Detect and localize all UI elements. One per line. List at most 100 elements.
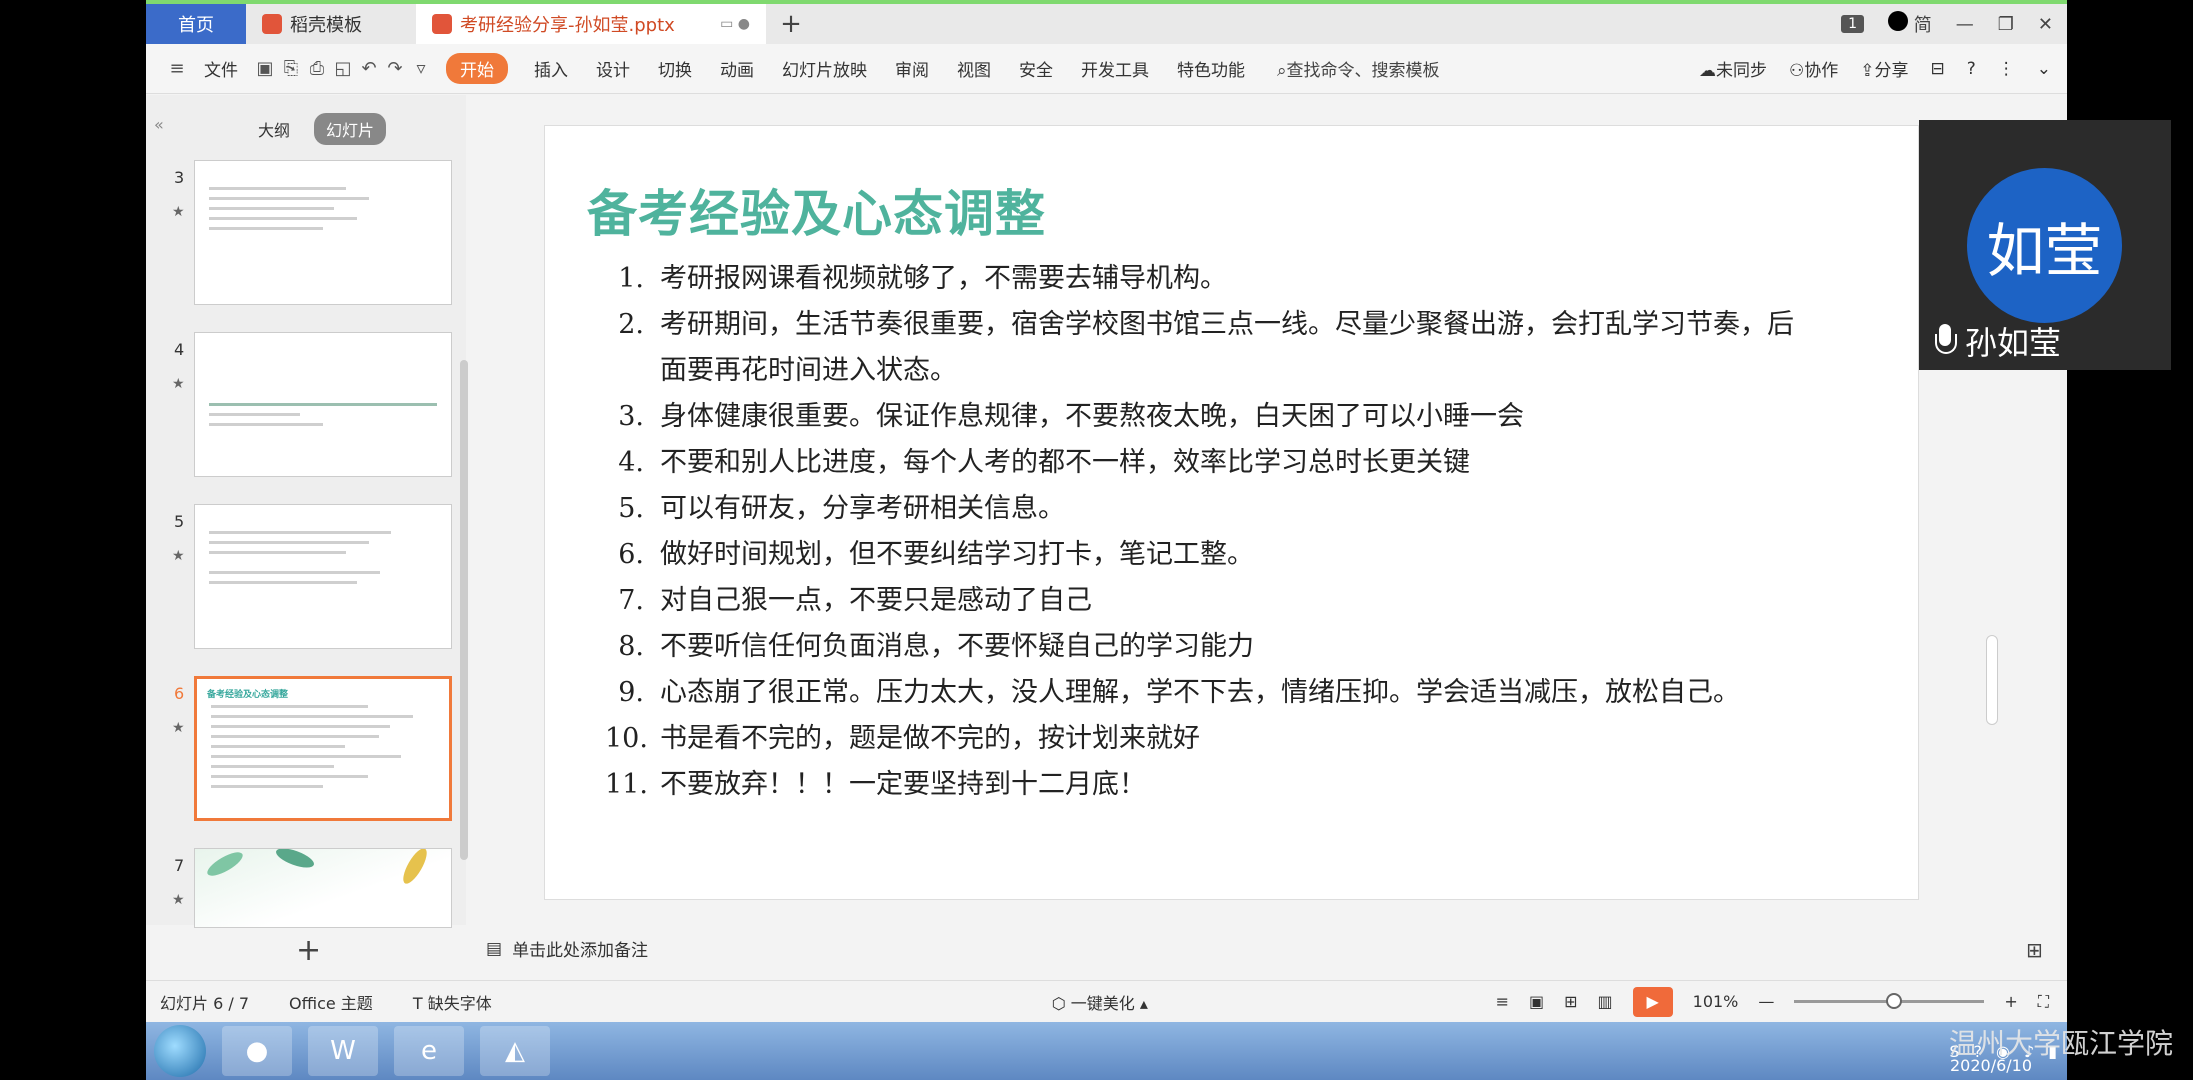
command-search[interactable]: ⌕查找命令、搜索模板 (1259, 56, 1440, 81)
preview-icon[interactable]: ◱ (330, 58, 356, 79)
share-button[interactable]: ⇪分享 (1860, 56, 1908, 81)
reading-view-icon[interactable]: ▥ (1598, 992, 1613, 1011)
theme-name[interactable]: Office 主题 (289, 990, 373, 1014)
thumb-content (209, 403, 437, 433)
list-item: 10. 书是看不完的，题是做不完的，按计划来就好 (605, 716, 1805, 762)
status-right: ≡ ▣ ⊞ ▥ ▶ 101% — + ⛶ (1496, 986, 2067, 1017)
taskbar-app[interactable]: ◭ (480, 1026, 550, 1076)
notes-placeholder: 单击此处添加备注 (512, 941, 649, 961)
help-icon[interactable]: ? (1967, 59, 1976, 79)
item-number: 11. (605, 769, 648, 800)
menu-design[interactable]: 设计 (582, 56, 644, 81)
list-item: 4. 不要和别人比进度，每个人考的都不一样，效率比学习总时长更关键 (605, 440, 1805, 486)
tab-outline[interactable]: 大纲 (246, 113, 302, 145)
thumb-content (209, 187, 437, 237)
sync-label: 未同步 (1715, 61, 1767, 81)
play-slideshow-button[interactable]: ▶ (1632, 986, 1673, 1017)
save-icon[interactable]: ▣ (252, 58, 278, 79)
menu-review[interactable]: 审阅 (881, 56, 943, 81)
slide-title[interactable]: 备考经验及心态调整 (587, 174, 1046, 246)
thumb-leaf-background (195, 849, 451, 927)
user-icon: ⚇ (1788, 61, 1805, 81)
redo-icon[interactable]: ↷ (382, 58, 408, 79)
item-number: 10. (605, 723, 648, 754)
menu-devtools[interactable]: 开发工具 (1067, 56, 1163, 81)
zoom-out-icon[interactable]: — (1758, 992, 1774, 1011)
notes-area[interactable]: ▤ 单击此处添加备注 (486, 936, 649, 962)
grid-view-icon[interactable]: ⊞ (2026, 938, 2043, 962)
skin-switch[interactable]: 简 (1888, 11, 1932, 37)
feedback-icon[interactable]: ⊟ (1930, 59, 1944, 79)
tab-template[interactable]: 稻壳模板 (246, 4, 416, 44)
more-icon[interactable]: ⋮ (1998, 59, 2015, 79)
thumb-number: 6 (174, 684, 185, 703)
normal-view-icon[interactable]: ▣ (1529, 992, 1544, 1011)
zoom-slider-handle[interactable] (1886, 993, 1903, 1009)
caller-name-row: 孙如莹 (1933, 318, 2061, 364)
missing-font-button[interactable]: T 缺失字体 (413, 990, 492, 1014)
chevron-down-icon[interactable]: ⌄ (2037, 59, 2051, 79)
start-button[interactable] (154, 1025, 206, 1077)
undo-icon[interactable]: ↶ (356, 58, 382, 79)
print-icon[interactable]: ⎙ (304, 58, 330, 79)
skin-dot-icon (1888, 11, 1909, 31)
add-slide-button[interactable]: + (296, 933, 321, 968)
collapse-panel-icon[interactable]: « (154, 115, 164, 134)
sync-button[interactable]: ☁未同步 (1699, 56, 1767, 81)
new-tab-button[interactable]: + (766, 4, 816, 44)
list-item: 1. 考研报网课看视频就够了，不需要去辅导机构。 (605, 256, 1805, 302)
collab-label: 协作 (1804, 61, 1839, 81)
item-text: 可以有研友，分享考研相关信息。 (660, 493, 1065, 524)
star-icon: ★ (172, 548, 185, 564)
taskbar-browser[interactable]: e (394, 1026, 464, 1076)
tab-slides[interactable]: 幻灯片 (314, 113, 387, 145)
thumb-title: 备考经验及心态调整 (207, 690, 289, 700)
fit-window-icon[interactable]: ⛶ (2038, 992, 2049, 1012)
beautify-button[interactable]: ⬡ 一键美化 ▴ (1052, 990, 1148, 1014)
restore-icon[interactable]: ❐ (1998, 14, 2014, 35)
export-icon[interactable]: ⎘ (278, 58, 304, 79)
item-text: 不要听信任何负面消息，不要怀疑自己的学习能力 (660, 631, 1254, 662)
notes-icon: ▤ (486, 938, 503, 959)
menu-transition[interactable]: 切换 (644, 56, 706, 81)
menu-icon[interactable]: ≡ (164, 58, 190, 79)
ppt-file-icon (432, 14, 452, 34)
menu-security[interactable]: 安全 (1005, 56, 1067, 81)
menu-animation[interactable]: 动画 (706, 56, 768, 81)
window-count-badge[interactable]: 1 (1841, 15, 1865, 33)
slide-bullet-list[interactable]: 1. 考研报网课看视频就够了，不需要去辅导机构。 2. 考研期间，生活节奏很重要，宿… (605, 256, 1805, 808)
close-icon[interactable]: ✕ (2038, 14, 2053, 35)
menu-insert[interactable]: 插入 (520, 56, 582, 81)
tab-document[interactable]: 考研经验分享-孙如莹.pptx ▭ ● (416, 4, 766, 44)
menu-file[interactable]: 文件 (190, 56, 252, 81)
sorter-view-icon[interactable]: ⊞ (1564, 992, 1577, 1011)
item-text: 不要放弃！！！一定要坚持到十二月底！ (660, 769, 1146, 800)
play-icon: ▶ (1646, 992, 1659, 1011)
thumb-preview (194, 848, 452, 928)
slide-scrollbar[interactable] (1986, 635, 1998, 725)
minimize-icon[interactable]: — (1956, 14, 1974, 35)
menu-features[interactable]: 特色功能 (1163, 56, 1259, 81)
item-number: 1. (618, 263, 644, 294)
list-item: 2. 考研期间，生活节奏很重要，宿舍学校图书馆三点一线。尽量少聚餐出游，会打乱学习… (605, 302, 1805, 394)
taskbar-wechat[interactable]: ● (222, 1026, 292, 1076)
taskbar-wps[interactable]: W (308, 1026, 378, 1076)
tab-home[interactable]: 首页 (146, 4, 246, 44)
item-text: 书是看不完的，题是做不完的，按计划来就好 (660, 723, 1200, 754)
title-bar: 首页 稻壳模板 考研经验分享-孙如莹.pptx ▭ ● + 1 简 — ❐ ✕ (146, 4, 2067, 44)
menu-view[interactable]: 视图 (943, 56, 1005, 81)
zoom-in-icon[interactable]: + (2004, 992, 2017, 1011)
thumbnail-scrollbar[interactable] (460, 360, 468, 860)
menu-start[interactable]: 开始 (446, 53, 508, 84)
view-switch: 大纲 幻灯片 (246, 113, 387, 145)
collab-button[interactable]: ⚇协作 (1789, 56, 1838, 81)
zoom-level[interactable]: 101% (1693, 992, 1739, 1011)
share-icon: ⇪ (1860, 61, 1875, 81)
slide-canvas[interactable]: 备考经验及心态调整 1. 考研报网课看视频就够了，不需要去辅导机构。 2. 考研期间… (544, 125, 1919, 900)
menu-slideshow[interactable]: 幻灯片放映 (768, 56, 881, 81)
tab-monitor-icon[interactable]: ▭ ● (720, 16, 750, 32)
notes-toggle-icon[interactable]: ≡ (1496, 992, 1509, 1011)
search-icon: ⌕ (1277, 61, 1287, 81)
zoom-slider[interactable] (1794, 993, 1985, 1009)
more-dropdown-icon[interactable]: ▿ (408, 58, 434, 79)
